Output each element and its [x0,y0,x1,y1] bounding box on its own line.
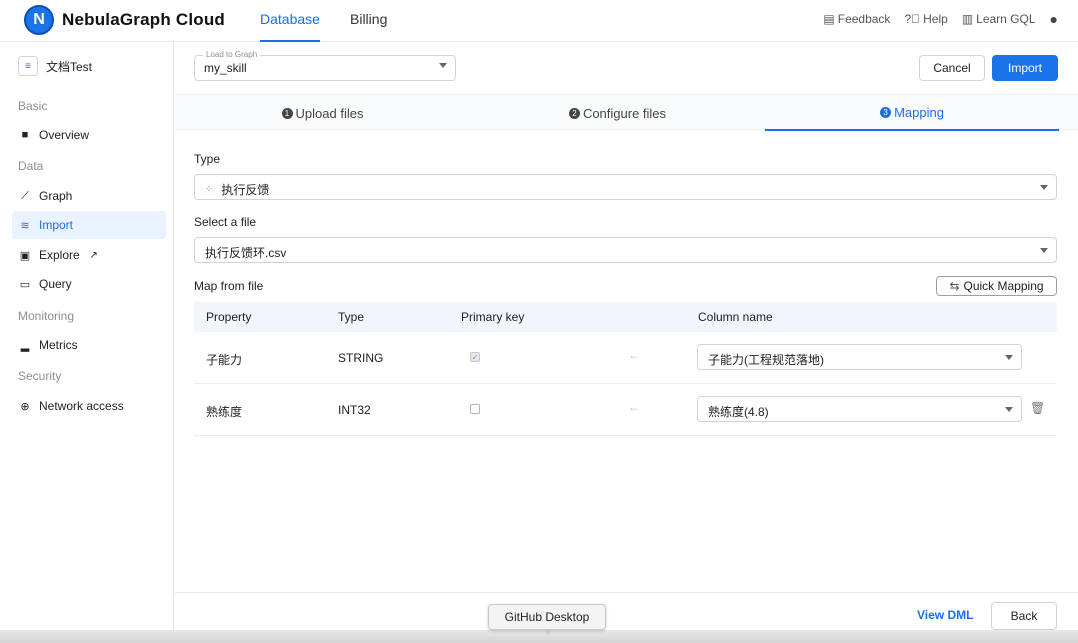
external-link-icon: ↗ [89,249,98,261]
sidebar-item-explore[interactable]: ▣ Explore ↗ [12,241,166,269]
step-configure-files[interactable]: 2 Configure files [470,95,765,131]
feedback-icon: ▤ [823,12,835,26]
user-icon[interactable]: ● [1050,12,1058,26]
book-icon: ▥ [961,12,974,26]
section-basic: Basic [18,99,48,113]
learn-gql-link[interactable]: ▥ Learn GQL [962,12,1036,26]
stack-icon: ≋ [20,219,30,232]
step-number-icon: 2 [568,107,580,119]
bar-chart-icon: ▂ [20,339,30,352]
mapping-icon: ⇆ [949,279,960,293]
chevron-down-icon [439,63,447,68]
sidebar-item-graph[interactable]: ⟋ Graph [12,182,166,210]
database-icon: ≡ [18,56,38,76]
help-link[interactable]: ?⃝ Help [904,12,947,26]
select-file-label: Select a file [194,215,257,229]
brand-name: NebulaGraph Cloud [62,10,226,29]
quick-mapping-button[interactable]: ⇆ Quick Mapping [936,276,1057,296]
type-select[interactable]: ⁘ 执行反馈 [194,174,1057,200]
cancel-button[interactable]: Cancel [919,55,985,81]
step-number-icon: 3 [880,106,892,118]
property-name: 熟练度 [206,405,243,419]
sidebar-item-import[interactable]: ≋ Import [12,211,166,239]
tab-billing[interactable]: Billing [350,0,390,42]
globe-icon: ⊕ [20,400,30,413]
brand[interactable]: N NebulaGraph Cloud [24,5,225,35]
top-header: N NebulaGraph Cloud Database Billing ▤ Fe… [0,0,1078,42]
load-to-graph-value: my_skill [204,61,247,75]
dock-tooltip: GitHub Desktop [488,604,606,635]
chevron-down-icon [1040,248,1048,253]
file-select[interactable]: 执行反馈环.csv [194,237,1057,263]
terminal-icon: ▭ [19,278,31,291]
load-to-graph-select[interactable]: Load to Graph my_skill [194,50,456,81]
property-type: STRING [338,351,384,365]
section-monitoring: Monitoring [18,309,75,323]
arrow-left-icon: ← [628,400,640,414]
column-select[interactable]: 子能力(工程规范落地) [697,344,1022,370]
trash-icon[interactable]: 🗑 [1030,401,1045,415]
header-type: Type [338,310,365,324]
header-primary-key: Primary key [461,310,525,324]
map-from-file-label: Map from file [194,279,264,293]
help-icon: ?⃝ [904,12,921,26]
import-steps: 1 Upload files 2 Configure files 3 Mappi… [175,94,1078,131]
sidebar-item-metrics[interactable]: ▂ Metrics [12,331,166,359]
feedback-link[interactable]: ▤ Feedback [823,12,890,26]
chevron-down-icon [1040,185,1048,190]
column-value: 子能力(工程规范落地) [708,353,824,367]
property-name: 子能力 [206,353,243,367]
load-to-graph-label: Load to Graph [203,50,261,59]
type-value: 执行反馈 [221,183,270,197]
primary-key-checkbox[interactable]: ✓ [470,352,480,362]
header-property: Property [206,310,252,324]
table-header: Property Type Primary key Column name [194,302,1057,332]
main-content: Load to Graph my_skill Cancel Import 1 U… [175,42,1078,643]
nebula-logo-icon: N [24,5,54,35]
header-column-name: Column name [698,310,773,324]
column-select[interactable]: 熟练度(4.8) [697,396,1022,422]
sidebar: ≡ 文档Test Basic ■ Overview Data ⟋ Graph ≋… [0,42,174,643]
back-button[interactable]: Back [991,602,1057,630]
mapping-table: Property Type Primary key Column name 子能… [194,302,1057,436]
header-links: ▤ Feedback ?⃝ Help ▥ Learn GQL ● [823,0,1058,38]
property-type: INT32 [338,403,371,417]
step-mapping[interactable]: 3 Mapping [765,95,1059,131]
chevron-down-icon [1005,355,1013,360]
trend-icon: ⟋ [21,189,29,202]
dashboard-icon: ■ [21,129,29,141]
column-value: 熟练度(4.8) [708,405,769,419]
chevron-down-icon [1005,407,1013,412]
primary-key-checkbox[interactable] [470,404,480,414]
file-value: 执行反馈环.csv [205,246,287,260]
step-upload-files[interactable]: 1 Upload files [175,95,470,131]
type-label: Type [194,152,221,166]
sidebar-item-query[interactable]: ▭ Query [12,270,166,298]
tag-icon: ⁘ [205,184,213,195]
table-row: 子能力 STRING ✓ ← 子能力(工程规范落地) [194,332,1057,384]
arrow-left-icon: ← [628,348,640,362]
database-name: 文档Test [46,59,93,74]
step-number-icon: 1 [281,107,293,119]
database-selector[interactable]: ≡ 文档Test [18,56,92,76]
table-row: 熟练度 INT32 ← 熟练度(4.8) 🗑 [194,384,1057,436]
import-button[interactable]: Import [992,55,1058,81]
explore-icon: ▣ [19,249,31,262]
dock-strip [0,630,1078,643]
section-security: Security [18,369,62,383]
section-data: Data [18,159,44,173]
view-dml-link[interactable]: View DML [917,608,973,622]
sidebar-item-overview[interactable]: ■ Overview [12,121,166,149]
sidebar-item-network-access[interactable]: ⊕ Network access [12,392,166,420]
tab-database[interactable]: Database [260,0,320,42]
